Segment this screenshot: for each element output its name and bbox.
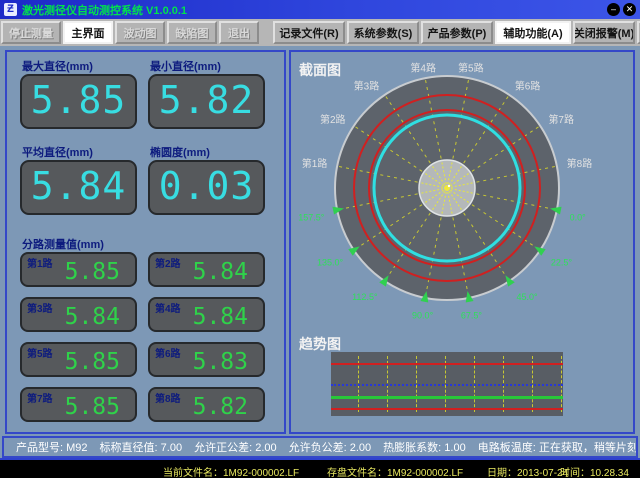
menu-bar: 停止测量 主界面 波动图 缺陷图 退出 记录文件(R) 系统参数(S) 产品参数… [0,19,640,46]
channel-label: 第4路 [410,61,436,74]
avg-diameter-value: 5.84 [22,162,135,211]
channel-values-title: 分路测量值(mm) [22,236,104,252]
avg-diameter-display: 5.84 [20,160,137,215]
avg-diameter-label: 平均直径(mm) [22,144,93,160]
board-temperature: 电路板温度正在获取，稍等片刻... [478,439,638,455]
channel-3-display: 第3路 5.84 [20,297,137,332]
upper-tolerance: 允许正公差2.00 [194,439,277,455]
channel-7-display: 第7路 5.85 [20,387,137,422]
menu-item-defect-chart[interactable]: 缺陷图 [167,21,217,44]
channel-8-display: 第8路 5.82 [148,387,265,422]
channel-4-label: 第4路 [155,300,181,315]
channel-5-display: 第5路 5.85 [20,342,137,377]
menu-item-close-alarm[interactable]: 关闭报警(M) [573,21,635,44]
menu-item-product-params[interactable]: 产品参数(P) [421,21,493,44]
angle-label: 22.5° [551,257,573,267]
measurement-panel: 最大直径(mm) 最小直径(mm) 5.85 5.82 平均直径(mm) 椭圆度… [5,50,286,434]
menu-item-stop-measurement[interactable]: 停止测量 [1,21,61,44]
channel-label: 第1路 [302,157,328,170]
channel-label: 第2路 [320,113,346,126]
channel-label: 第5路 [458,61,484,74]
current-file-name: 当前文件名1M92-000002.LF [163,464,299,478]
minimize-button[interactable]: – [607,3,620,16]
channel-label: 第7路 [548,113,574,126]
product-info-bar: 产品型号M92 标称直径值7.00 允许正公差2.00 允许负公差2.00 热膨… [2,436,638,458]
nominal-diameter: 标称直径值7.00 [100,439,183,455]
diagram-panel: 截面图 第1路第2路第3路第4路第5路第6路第7路第8路0.0°22.5°45.… [289,50,635,434]
channel-8-label: 第8路 [155,390,181,405]
angle-label: 90.0° [412,311,434,321]
angle-label: 45.0° [516,292,538,302]
menu-item-main-screen[interactable]: 主界面 [63,21,113,44]
ovality-display: 0.03 [148,160,265,215]
app-window: Ƶ 激光测径仪自动测控系统 V1.0.0.1 – ✕ 停止测量 主界面 波动图 … [0,0,640,478]
max-diameter-display: 5.85 [20,74,137,129]
channel-3-value: 5.84 [65,305,120,329]
window-title: 激光测径仪自动测控系统 V1.0.0.1 [22,2,604,18]
angle-label: 135.0° [317,257,344,267]
angle-label: 67.5° [461,311,483,321]
lower-tolerance: 允许负公差2.00 [289,439,372,455]
product-model: 产品型号M92 [16,439,88,455]
channel-6-value: 5.83 [193,350,248,374]
thermal-expansion: 热膨胀系数1.00 [383,439,466,455]
saved-file-name: 存盘文件名1M92-000002.LF [327,464,463,478]
channel-4-display: 第4路 5.84 [148,297,265,332]
max-diameter-value: 5.85 [22,76,135,125]
status-bar: 当前文件名1M92-000002.LF 存盘文件名1M92-000002.LF … [0,458,640,478]
channel-6-label: 第6路 [155,345,181,360]
app-icon: Ƶ [4,3,17,16]
trend-upper-limit-line [331,363,563,365]
ovality-label: 椭圆度(mm) [150,144,210,160]
trend-chart-title: 趋势图 [299,334,341,354]
channel-label: 第3路 [354,80,380,93]
min-diameter-value: 5.82 [150,76,263,125]
trend-lower-limit-line [331,408,563,410]
channel-label: 第8路 [567,157,593,170]
channel-5-value: 5.85 [65,350,120,374]
channel-4-value: 5.84 [193,305,248,329]
channel-8-value: 5.82 [193,395,248,419]
max-diameter-label: 最大直径(mm) [22,58,93,74]
close-button[interactable]: ✕ [623,3,636,16]
angle-label: 157.5° [298,212,325,222]
min-diameter-label: 最小直径(mm) [150,58,221,74]
trend-nominal-line [331,384,563,386]
channel-7-label: 第7路 [27,390,53,405]
channel-2-display: 第2路 5.84 [148,252,265,287]
channel-label: 第6路 [515,80,541,93]
channel-7-value: 5.85 [65,395,120,419]
ovality-value: 0.03 [150,162,263,211]
angle-label: 0.0° [570,212,587,222]
channel-3-label: 第3路 [27,300,53,315]
trend-measured-line [331,396,563,399]
menu-item-aux-functions[interactable]: 辅助功能(A) [495,21,571,44]
title-bar: Ƶ 激光测径仪自动测控系统 V1.0.0.1 – ✕ [0,0,640,19]
channel-1-display: 第1路 5.85 [20,252,137,287]
channel-1-label: 第1路 [27,255,53,270]
channel-6-display: 第6路 5.83 [148,342,265,377]
min-diameter-display: 5.82 [148,74,265,129]
angle-label: 112.5° [352,292,378,302]
channel-2-label: 第2路 [155,255,181,270]
trend-chart [331,352,563,416]
menu-item-system-params[interactable]: 系统参数(S) [347,21,419,44]
channel-1-value: 5.85 [65,260,120,284]
center-highlight [448,185,450,187]
date-display: 日期2013-07-24 [487,464,568,478]
menu-item-wave-chart[interactable]: 波动图 [115,21,165,44]
menu-item-exit[interactable]: 退出 [219,21,259,44]
time-display: 时间10.28.34 [560,464,629,478]
channel-5-label: 第5路 [27,345,53,360]
section-view-diagram: 第1路 第2路 第3路 第4路 第5路第6路第7路第8路 0.0° 22.5° 45.0° 67… [291,52,633,344]
channel-2-value: 5.84 [193,260,248,284]
menu-item-record-files[interactable]: 记录文件(R) [273,21,345,44]
